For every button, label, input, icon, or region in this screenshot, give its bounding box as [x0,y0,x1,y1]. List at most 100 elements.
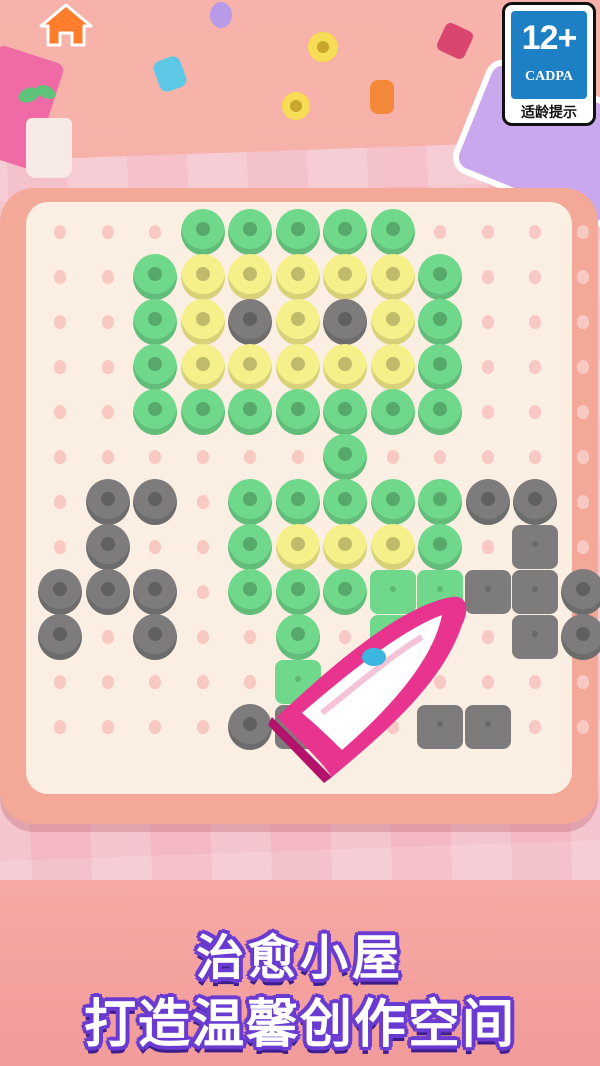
gray-bead[interactable] [133,479,177,525]
empty-peg[interactable] [576,675,589,689]
empty-peg[interactable] [54,495,66,509]
yellow-bead[interactable] [180,344,225,390]
green-bead[interactable] [370,389,415,435]
empty-peg[interactable] [244,675,256,689]
empty-peg[interactable] [101,630,114,644]
empty-peg[interactable] [54,450,66,464]
empty-peg[interactable] [576,270,589,284]
empty-peg[interactable] [529,720,541,734]
green-bead[interactable] [370,209,415,255]
green-bead[interactable] [370,479,415,525]
empty-peg[interactable] [576,720,589,734]
empty-peg[interactable] [101,405,114,419]
empty-peg[interactable] [149,450,161,464]
empty-peg[interactable] [196,540,209,554]
empty-peg[interactable] [101,225,114,239]
gray-bead[interactable] [85,524,130,570]
empty-peg[interactable] [576,315,589,329]
empty-peg[interactable] [576,495,589,509]
empty-peg[interactable] [481,405,494,419]
gray-bead[interactable] [38,569,82,615]
empty-peg[interactable] [196,495,209,509]
empty-peg[interactable] [54,225,66,239]
empty-peg[interactable] [101,675,114,689]
green-bead[interactable] [133,344,177,390]
gray-bead[interactable] [513,479,557,525]
empty-peg[interactable] [101,270,114,284]
green-bead[interactable] [323,209,367,255]
empty-peg[interactable] [481,270,494,284]
empty-peg[interactable] [101,720,114,734]
green-bead[interactable] [133,389,177,435]
empty-peg[interactable] [54,315,66,329]
empty-peg[interactable] [54,360,66,374]
green-bead[interactable] [133,254,177,300]
green-bead[interactable] [275,209,320,255]
green-bead[interactable] [418,389,462,435]
green-bead[interactable] [228,524,272,570]
yellow-bead[interactable] [228,254,272,300]
home-button[interactable] [38,2,94,48]
green-bead[interactable] [228,389,272,435]
green-bead[interactable] [418,254,462,300]
empty-peg[interactable] [481,360,494,374]
gray-bead[interactable] [323,299,367,345]
empty-peg[interactable] [54,540,66,554]
empty-peg[interactable] [196,675,209,689]
green-bead[interactable] [323,479,367,525]
empty-peg[interactable] [529,360,541,374]
empty-peg[interactable] [576,225,589,239]
empty-peg[interactable] [101,360,114,374]
gray-bead[interactable] [85,479,130,525]
empty-peg[interactable] [196,450,209,464]
yellow-bead[interactable] [228,344,272,390]
yellow-bead[interactable] [275,299,320,345]
green-bead[interactable] [418,299,462,345]
empty-peg[interactable] [149,540,161,554]
empty-peg[interactable] [576,450,589,464]
green-bead[interactable] [418,344,462,390]
yellow-bead[interactable] [370,299,415,345]
green-bead[interactable] [133,299,177,345]
empty-peg[interactable] [54,720,66,734]
empty-peg[interactable] [481,450,494,464]
green-bead[interactable] [180,209,225,255]
iron-tool[interactable] [262,585,472,785]
gray-bead[interactable] [465,479,510,525]
empty-peg[interactable] [149,225,161,239]
ironed-bead[interactable] [512,615,558,659]
empty-peg[interactable] [481,630,494,644]
empty-peg[interactable] [576,540,589,554]
green-bead[interactable] [323,434,367,480]
empty-peg[interactable] [196,585,209,599]
yellow-bead[interactable] [275,254,320,300]
green-bead[interactable] [418,479,462,525]
yellow-bead[interactable] [370,344,415,390]
empty-peg[interactable] [481,225,494,239]
ironed-bead[interactable] [512,570,558,614]
ironed-bead[interactable] [512,525,558,569]
empty-peg[interactable] [529,315,541,329]
empty-peg[interactable] [576,360,589,374]
empty-peg[interactable] [434,225,446,239]
empty-peg[interactable] [244,450,256,464]
yellow-bead[interactable] [323,254,367,300]
yellow-bead[interactable] [275,524,320,570]
gray-bead[interactable] [228,299,272,345]
green-bead[interactable] [180,389,225,435]
empty-peg[interactable] [481,315,494,329]
green-bead[interactable] [323,389,367,435]
gray-bead[interactable] [38,614,82,660]
yellow-bead[interactable] [180,254,225,300]
yellow-bead[interactable] [323,524,367,570]
green-bead[interactable] [228,209,272,255]
green-bead[interactable] [275,479,320,525]
empty-peg[interactable] [101,315,114,329]
empty-peg[interactable] [101,450,114,464]
empty-peg[interactable] [434,450,446,464]
empty-peg[interactable] [481,675,494,689]
gray-bead[interactable] [85,569,130,615]
empty-peg[interactable] [54,270,66,284]
yellow-bead[interactable] [323,344,367,390]
empty-peg[interactable] [149,720,161,734]
